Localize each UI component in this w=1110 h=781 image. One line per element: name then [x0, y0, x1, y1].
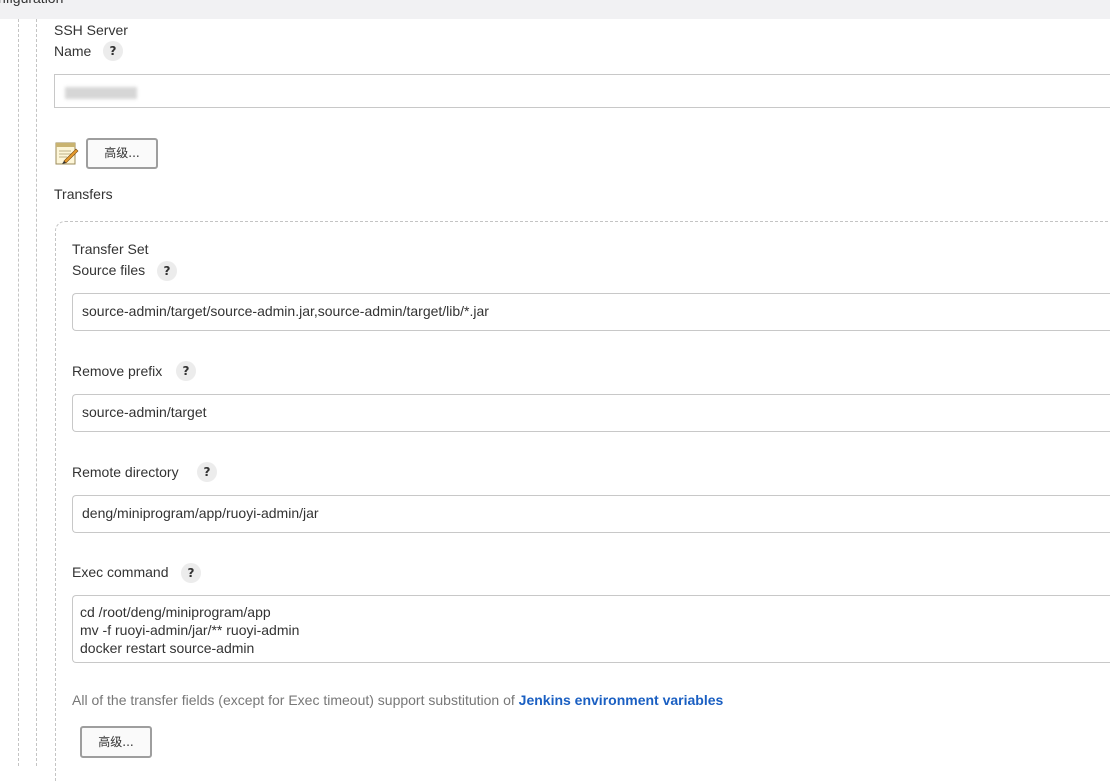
remove-prefix-label: Remove prefix: [72, 363, 163, 379]
substitution-hint: All of the transfer fields (except for E…: [72, 692, 723, 708]
remove-prefix-value: source-admin/target: [82, 404, 207, 420]
exec-command-help-icon[interactable]: ?: [181, 563, 201, 583]
source-files-value: source-admin/target/source-admin.jar,sou…: [82, 303, 489, 319]
source-files-help-icon[interactable]: ?: [157, 261, 177, 281]
remove-prefix-input[interactable]: source-admin/target: [72, 394, 1110, 432]
exec-command-label: Exec command: [72, 564, 169, 580]
exec-command-textarea[interactable]: cd /root/deng/miniprogram/app mv -f ruoy…: [72, 595, 1110, 663]
notebook-pencil-icon[interactable]: [55, 140, 79, 166]
source-files-label: Source files: [72, 262, 146, 278]
name-help-icon[interactable]: ?: [103, 41, 123, 61]
remote-directory-label: Remote directory: [72, 464, 179, 480]
transfer-set-title: Transfer Set: [72, 241, 149, 257]
redacted-name-value: [65, 87, 137, 99]
exec-command-line: mv -f ruoyi-admin/jar/** ruoyi-admin: [80, 622, 300, 638]
remove-prefix-help-icon[interactable]: ?: [176, 361, 196, 381]
jenkins-env-vars-link[interactable]: Jenkins environment variables: [519, 692, 724, 708]
exec-command-line: cd /root/deng/miniprogram/app: [80, 604, 271, 620]
name-label: Name: [54, 43, 92, 59]
transfers-label: Transfers: [54, 186, 113, 202]
outer-dashed-guide: [18, 19, 19, 766]
inner-dashed-guide: [36, 19, 37, 766]
transfer-advanced-button[interactable]: 高级...: [80, 726, 152, 758]
name-field[interactable]: [54, 74, 1110, 108]
remote-directory-value: deng/miniprogram/app/ruoyi-admin/jar: [82, 505, 319, 521]
exec-command-line: docker restart source-admin: [80, 640, 255, 656]
source-files-input[interactable]: source-admin/target/source-admin.jar,sou…: [72, 293, 1110, 331]
ssh-server-section-label: SSH Server: [54, 22, 128, 38]
top-bar: nfiguration: [0, 0, 1110, 19]
remote-directory-help-icon[interactable]: ?: [197, 462, 217, 482]
section-header-title: nfiguration: [0, 0, 63, 6]
remote-directory-input[interactable]: deng/miniprogram/app/ruoyi-admin/jar: [72, 495, 1110, 533]
substitution-hint-text: All of the transfer fields (except for E…: [72, 692, 519, 708]
exec-command-lines: cd /root/deng/miniprogram/app mv -f ruoy…: [80, 603, 299, 657]
ssh-advanced-button[interactable]: 高级...: [86, 138, 158, 169]
